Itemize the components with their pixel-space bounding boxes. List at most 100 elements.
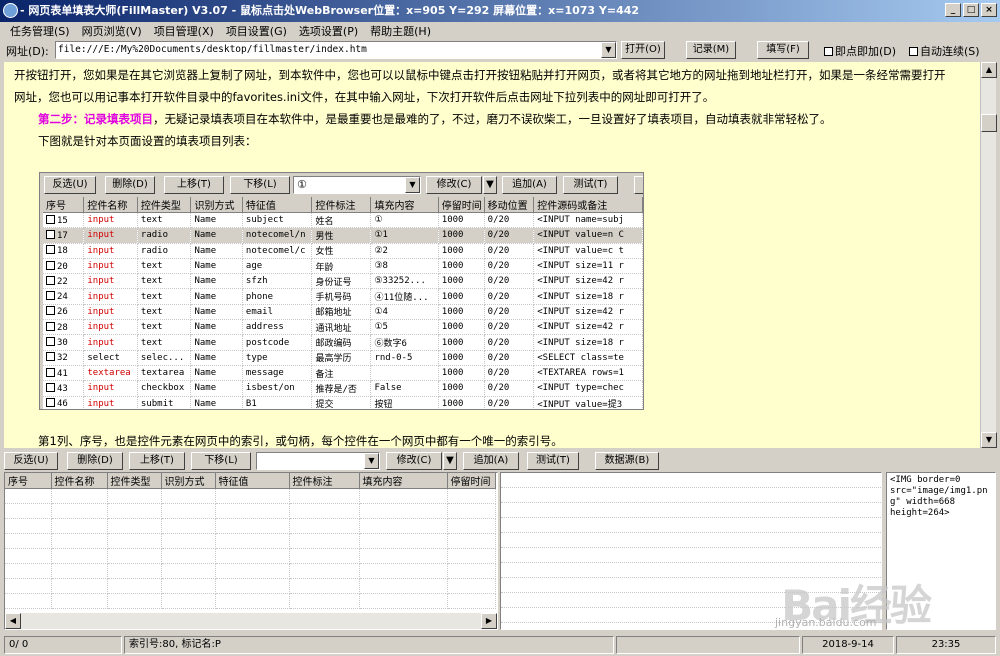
- shot-cell: 1000: [438, 350, 485, 366]
- shot-cell: 0/20: [484, 273, 535, 290]
- menu-project-settings[interactable]: 项目设置(G): [220, 23, 293, 39]
- shot-row: 15 input text Name subject 姓名 ① 1000 0/20 <INPUT …: [43, 212, 643, 229]
- url-dropdown-icon[interactable]: ▼: [601, 42, 616, 58]
- table-cell: [51, 503, 108, 519]
- row-checkbox-icon: [46, 398, 55, 408]
- shot-up-button: 上移(T): [164, 176, 224, 194]
- shot-cell: ④11位随...: [370, 288, 439, 305]
- table-row[interactable]: [5, 548, 496, 564]
- delete-button[interactable]: 删除(D): [67, 452, 123, 470]
- shot-cell: 1000: [438, 319, 485, 336]
- maximize-button[interactable]: □: [963, 3, 979, 17]
- shot-cell: 22: [43, 273, 85, 290]
- shot-cell: 按钮: [370, 396, 439, 409]
- scroll-thumb[interactable]: [981, 114, 997, 132]
- shot-cell: 0/20: [484, 258, 535, 275]
- grid-col-1[interactable]: 控件名称: [51, 473, 108, 489]
- content-scrollbar[interactable]: ▲ ▼: [980, 62, 997, 448]
- table-cell: [161, 518, 216, 534]
- shot-cell: [370, 365, 439, 382]
- shot-cell: text: [137, 258, 192, 275]
- shot-cell: False: [370, 380, 439, 397]
- shot-cell: Name: [190, 273, 243, 290]
- scroll-down-icon[interactable]: ▼: [981, 432, 997, 448]
- shot-row: 18 input radio Name notecomel/c 女性 ②2 1000 0/20 <…: [43, 243, 643, 259]
- table-row[interactable]: [5, 488, 496, 504]
- grid-col-7[interactable]: 停留时间: [447, 473, 496, 489]
- table-cell: [447, 563, 496, 579]
- modify-arrow-icon[interactable]: ▼: [443, 452, 457, 470]
- shot-cell: select: [83, 350, 138, 366]
- grid-col-6[interactable]: 填充内容: [359, 473, 448, 489]
- shot-col-3: 识别方式: [190, 197, 243, 213]
- menu-task[interactable]: 任务管理(S): [4, 23, 76, 39]
- table-row[interactable]: [5, 503, 496, 519]
- table-cell: [51, 488, 108, 504]
- shot-row: 32 select selec... Name type 最高学历 rnd-0-5 1000 0…: [43, 350, 643, 366]
- table-row[interactable]: [5, 578, 496, 594]
- table-row[interactable]: [5, 533, 496, 549]
- test-button[interactable]: 测试(T): [527, 452, 579, 470]
- table-cell: [161, 533, 216, 549]
- shot-cell: ①: [370, 212, 439, 229]
- menu-project[interactable]: 项目管理(X): [148, 23, 220, 39]
- shot-cell: input: [83, 243, 138, 259]
- shot-item-grid: 序号 控件名称 控件类型 识别方式 特征值 控件标注 填充内容 停留时间 移动位置 控件源码或备注…: [43, 197, 643, 409]
- item-table: 序号 控件名称 控件类型 识别方式 特征值 控件标注 填充内容 停留时间: [5, 473, 496, 609]
- item-combo-arrow-icon[interactable]: ▼: [364, 453, 379, 469]
- shot-col-6: 填充内容: [370, 197, 439, 213]
- shot-invert-button: 反选(U): [44, 176, 96, 194]
- preview-line: [501, 473, 881, 488]
- item-grid[interactable]: 序号 控件名称 控件类型 识别方式 特征值 控件标注 填充内容 停留时间 ◀ ▶: [4, 472, 498, 630]
- table-cell: [161, 503, 216, 519]
- shot-modify-arrow-icon: ▼: [483, 176, 497, 194]
- hscroll-left-icon[interactable]: ◀: [5, 613, 21, 629]
- shot-row: 24 input text Name phone 手机号码 ④11位随... 1000 0/20…: [43, 288, 643, 305]
- shot-cell: text: [137, 273, 192, 290]
- shot-cell: message: [242, 365, 313, 382]
- fill-button[interactable]: 填写(F): [757, 41, 809, 59]
- close-button[interactable]: ×: [981, 3, 997, 17]
- table-row[interactable]: [5, 593, 496, 609]
- grid-col-3[interactable]: 识别方式: [161, 473, 216, 489]
- menu-options[interactable]: 选项设置(P): [293, 23, 364, 39]
- invert-button[interactable]: 反选(U): [4, 452, 58, 470]
- table-row[interactable]: [5, 563, 496, 579]
- table-cell: [447, 548, 496, 564]
- move-up-button[interactable]: 上移(T): [129, 452, 185, 470]
- click-fill-checkbox[interactable]: 即点即加(D): [824, 43, 896, 59]
- open-button[interactable]: 打开(O): [621, 41, 665, 59]
- grid-col-0[interactable]: 序号: [5, 473, 52, 489]
- shot-cell: 43: [43, 380, 85, 397]
- shot-cell: ①1: [370, 227, 439, 244]
- add-button[interactable]: 追加(A): [463, 452, 519, 470]
- modify-button[interactable]: 修改(C): [386, 452, 442, 470]
- grid-col-4[interactable]: 特征值: [215, 473, 290, 489]
- shot-cell: 0/20: [484, 350, 535, 366]
- minimize-button[interactable]: _: [945, 3, 961, 17]
- row-checkbox-icon: [46, 367, 55, 377]
- scroll-up-icon[interactable]: ▲: [981, 62, 997, 78]
- shot-cell: input: [83, 212, 138, 229]
- shot-combo: ①: [293, 176, 421, 194]
- shot-cell: submit: [137, 396, 192, 409]
- table-row[interactable]: [5, 518, 496, 534]
- grid-col-2[interactable]: 控件类型: [107, 473, 162, 489]
- auto-continue-checkbox[interactable]: 自动连续(S): [909, 43, 980, 59]
- record-button[interactable]: 记录(M): [686, 41, 736, 59]
- datasource-button[interactable]: 数据源(B): [595, 452, 659, 470]
- menu-browse[interactable]: 网页浏览(V): [76, 23, 148, 39]
- hscroll-right-icon[interactable]: ▶: [481, 613, 497, 629]
- item-grid-hscrollbar[interactable]: ◀ ▶: [5, 613, 497, 629]
- shot-row: 22 input text Name sfzh 身份证号 ⑤33252... 1000 0/20…: [43, 273, 643, 290]
- table-cell: [51, 518, 108, 534]
- row-checkbox-icon: [46, 321, 55, 331]
- shot-cell: Name: [190, 319, 243, 336]
- grid-col-5[interactable]: 控件标注: [289, 473, 360, 489]
- menu-help[interactable]: 帮助主题(H): [364, 23, 437, 39]
- item-combo[interactable]: [256, 452, 380, 470]
- paragraph-1a: 开按钮打开，您如果是在其它浏览器上复制了网址，到本软件中，您也可以以鼠标中键点击…: [14, 68, 946, 82]
- move-down-button[interactable]: 下移(L): [191, 452, 251, 470]
- url-input[interactable]: file:///E:/My%20Documents/desktop/fillma…: [55, 41, 617, 59]
- table-cell: [161, 548, 216, 564]
